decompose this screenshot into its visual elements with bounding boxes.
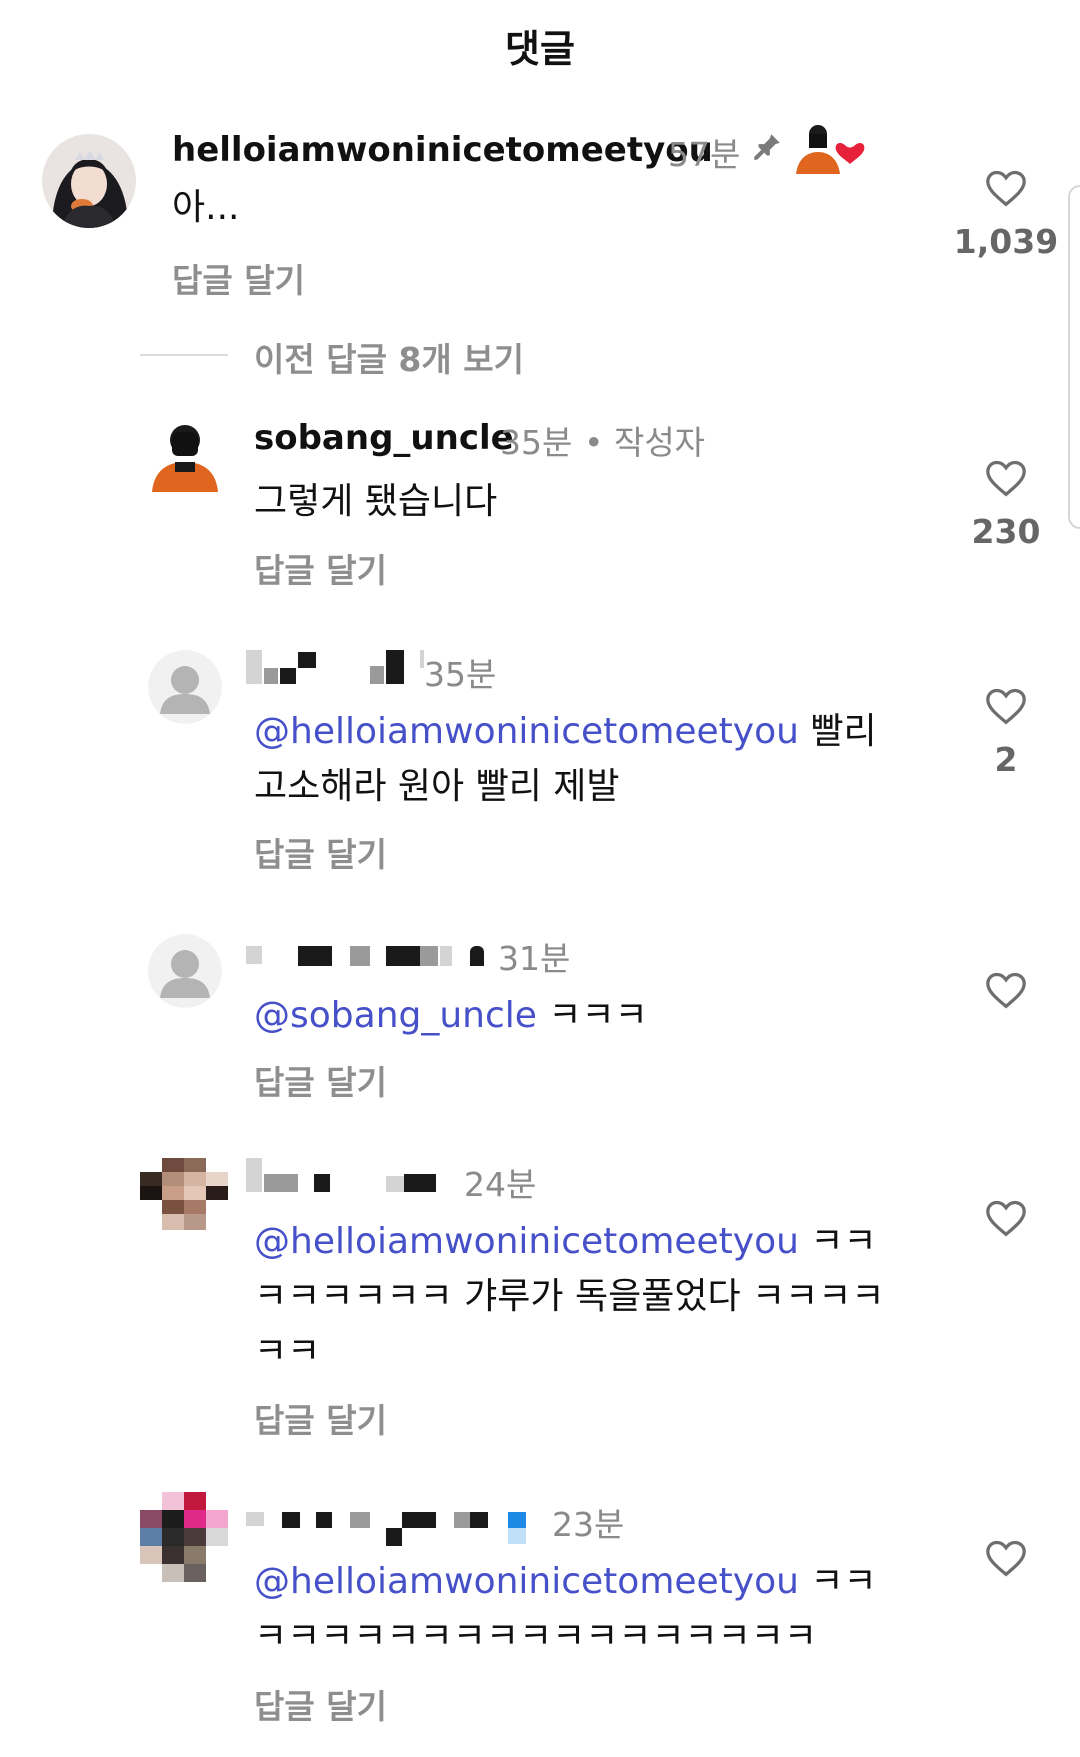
author-tag: • 작성자	[584, 423, 706, 462]
reply-button[interactable]: 답글 달기	[254, 828, 387, 876]
like-count: 2	[994, 740, 1018, 779]
sheet-title: 댓글	[505, 27, 575, 71]
reply-text: 그렇게 됐습니다	[254, 481, 498, 522]
like-heart-icon[interactable]	[984, 970, 1028, 1010]
replies-divider	[140, 354, 228, 356]
mention-link[interactable]: @helloiamwoninicetomeetyou	[254, 1221, 799, 1262]
pin-icon	[750, 130, 784, 164]
reply-button[interactable]: 답글 달기	[172, 254, 305, 302]
like-heart-icon[interactable]	[984, 1198, 1028, 1238]
default-avatar-icon[interactable]	[148, 650, 222, 724]
like-heart-icon[interactable]	[984, 686, 1028, 726]
like-count: 230	[971, 512, 1041, 551]
reply-time: 35분	[500, 423, 573, 462]
reply-button[interactable]: 답글 달기	[254, 1056, 387, 1104]
reply-text: @helloiamwoninicetomeetyou 빨리	[254, 711, 877, 752]
reply-button[interactable]: 답글 달기	[254, 1680, 387, 1728]
reply-text: @sobang_uncle ㅋㅋㅋ	[254, 995, 648, 1036]
reply-time: 35분	[424, 655, 497, 694]
reply-text: @helloiamwoninicetomeetyou ㅋㅋ	[254, 1561, 877, 1602]
pixelated-avatar[interactable]	[140, 1158, 228, 1230]
reply-time: 31분	[498, 939, 571, 978]
pixelated-avatar[interactable]	[140, 1492, 228, 1582]
default-avatar-icon[interactable]	[148, 934, 222, 1008]
reply-text-line: 고소해라 원아 빨리 제발	[254, 766, 620, 807]
avatar[interactable]	[148, 418, 222, 492]
reply-time: 23분	[552, 1505, 625, 1544]
reply-text-line: ㅋㅋㅋㅋㅋㅋㅋㅋㅋㅋㅋㅋㅋㅋㅋㅋㅋ	[254, 1616, 818, 1657]
comment-text: 아...	[172, 187, 240, 228]
view-previous-replies-button[interactable]: 이전 답글 8개 보기	[254, 333, 524, 381]
like-heart-icon[interactable]	[984, 458, 1028, 498]
reply-button[interactable]: 답글 달기	[254, 544, 387, 592]
reply-username[interactable]: sobang_uncle	[254, 418, 514, 458]
scroll-indicator[interactable]	[1068, 185, 1080, 529]
reply-text-line: ㅋㅋㅋㅋㅋㅋ 갸루가 독을풀었다 ㅋㅋㅋㅋ	[254, 1276, 885, 1317]
comment-username[interactable]: helloiamwoninicetomeetyou	[172, 130, 713, 170]
reply-button[interactable]: 답글 달기	[254, 1394, 387, 1442]
comment-time: 57분	[668, 135, 741, 174]
mention-link[interactable]: @sobang_uncle	[254, 995, 537, 1036]
like-heart-icon[interactable]	[984, 1538, 1028, 1578]
mention-link[interactable]: @helloiamwoninicetomeetyou	[254, 711, 799, 752]
like-count: 1,039	[953, 222, 1059, 261]
reply-text: @helloiamwoninicetomeetyou ㅋㅋ	[254, 1221, 877, 1262]
comments-sheet: 댓글 helloiamwoninicetomeetyou 57분 아... 답글…	[0, 0, 1080, 1757]
creator-liked-icon	[794, 122, 866, 174]
avatar[interactable]	[42, 134, 136, 228]
mention-link[interactable]: @helloiamwoninicetomeetyou	[254, 1561, 799, 1602]
like-heart-icon[interactable]	[984, 168, 1028, 208]
reply-time: 24분	[464, 1165, 537, 1204]
reply-text-line: ㅋㅋ	[254, 1331, 321, 1372]
